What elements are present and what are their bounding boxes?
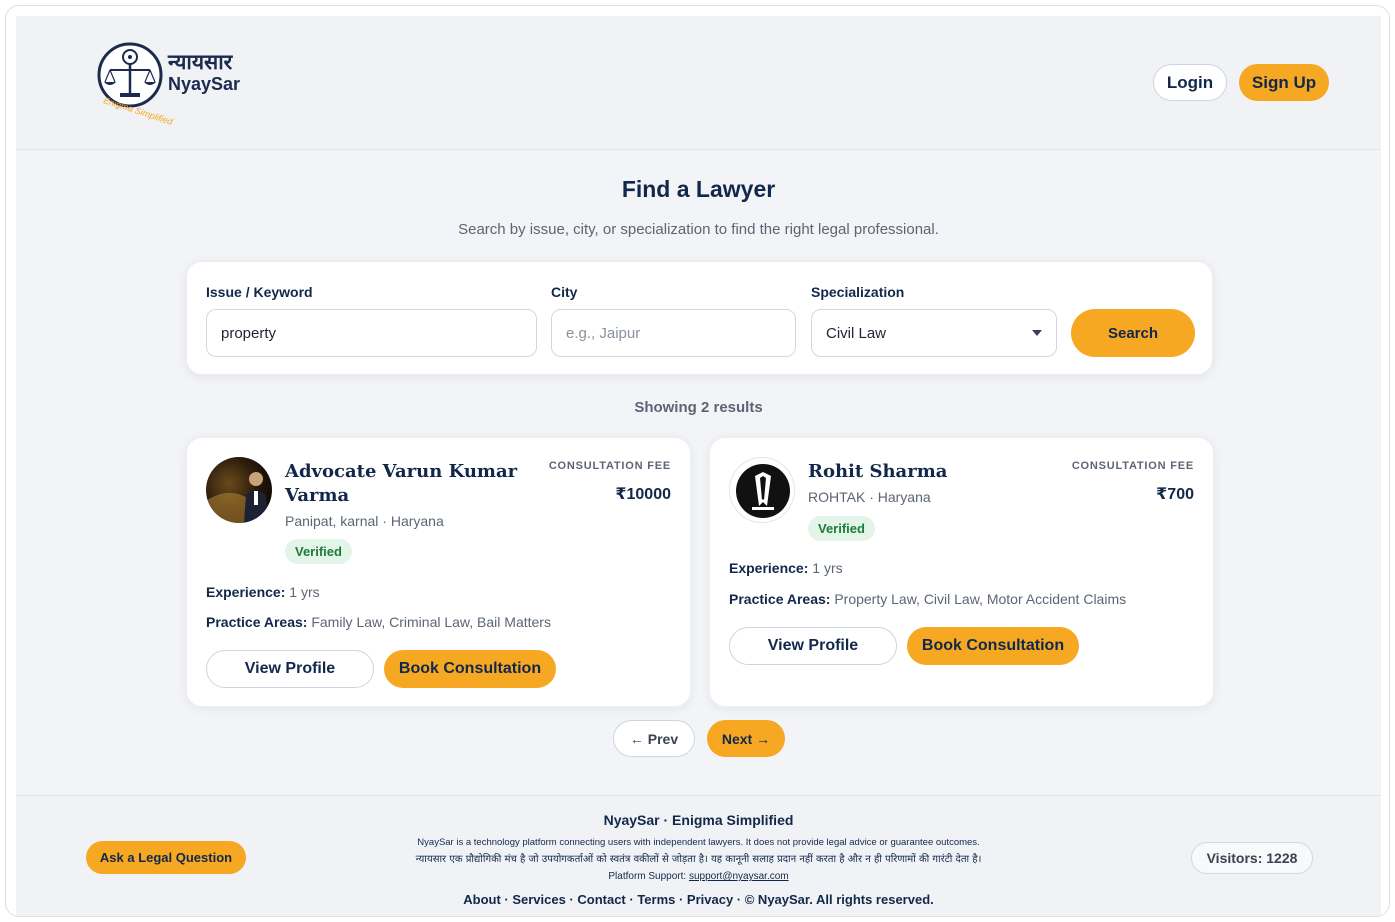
ask-legal-question-button[interactable]: Ask a Legal Question [86,841,246,874]
city-input[interactable] [566,324,795,342]
issue-label: Issue / Keyword [206,284,313,300]
page: न्यायसार NyaySar Enigma Simplified Login… [16,16,1381,916]
advocate-logo [736,464,790,518]
fee-value: ₹10000 [615,486,671,503]
specialization-select[interactable]: Civil Law [811,309,1057,357]
support-email-link[interactable]: support@nyaysar.com [689,871,789,882]
lawyer-card: Advocate Varun Kumar Varma Panipat, karn… [186,437,691,707]
lawyer-name[interactable]: Rohit Sharma [808,460,1058,484]
lawyer-card: Rohit Sharma ROHTAK · Haryana Verified C… [709,437,1214,707]
practice-areas-label: Practice Areas: [729,591,831,607]
fee-label: CONSULTATION FEE [548,460,671,472]
experience-line: Experience: 1 yrs [729,560,843,576]
practice-areas-line: Practice Areas: Property Law, Civil Law,… [729,591,1126,607]
issue-field[interactable] [206,309,537,357]
specialization-label: Specialization [811,284,905,300]
experience-value: 1 yrs [812,560,843,576]
search-button[interactable]: Search [1071,309,1195,357]
page-title: Find a Lawyer [621,176,776,202]
issue-input[interactable] [221,324,536,342]
book-consultation-button[interactable]: Book Consultation [907,627,1079,665]
practice-areas-value: Family Law, Criminal Law, Bail Matters [311,614,551,630]
fee-label: CONSULTATION FEE [1071,460,1194,472]
experience-value: 1 yrs [289,584,320,600]
view-profile-button[interactable]: View Profile [206,650,374,688]
signup-button[interactable]: Sign Up [1239,64,1329,101]
prev-page-button[interactable]: ← Prev [613,720,695,757]
avatar[interactable] [729,457,795,523]
lawyer-photo [206,457,272,523]
specialization-value: Civil Law [826,324,887,342]
verified-badge: Verified [285,539,352,564]
view-profile-button[interactable]: View Profile [729,627,897,665]
experience-line: Experience: 1 yrs [206,584,320,600]
lawyer-name[interactable]: Advocate Varun Kumar Varma [285,460,535,508]
site-header: न्यायसार NyaySar Enigma Simplified Login… [16,16,1381,150]
lawyer-location: ROHTAK · Haryana [808,489,931,505]
city-label: City [551,284,578,300]
chevron-down-icon [1032,330,1042,336]
practice-areas-value: Property Law, Civil Law, Motor Accident … [834,591,1127,607]
city-field[interactable] [551,309,796,357]
book-consultation-button[interactable]: Book Consultation [384,650,556,688]
experience-label: Experience: [729,560,809,576]
login-button[interactable]: Login [1153,64,1227,101]
verified-badge: Verified [808,516,875,541]
logo-hindi-text: न्यायसार [168,50,233,74]
browser-frame: न्यायसार NyaySar Enigma Simplified Login… [5,5,1390,917]
experience-label: Experience: [206,584,286,600]
fee-value: ₹700 [1156,486,1194,503]
footer-brand: NyaySar · Enigma Simplified [603,812,794,828]
site-footer: NyaySar · Enigma Simplified NyaySar is a… [16,795,1381,916]
support-label: Platform Support: [608,871,687,882]
avatar[interactable] [206,457,272,523]
results-count: Showing 2 results [634,399,763,416]
footer-links[interactable]: About · Services · Contact · Terms · Pri… [16,892,1381,907]
search-form: Issue / Keyword City Specialization Civi… [186,261,1213,375]
next-page-button[interactable]: Next → [707,720,785,757]
practice-areas-label: Practice Areas: [206,614,308,630]
practice-areas-line: Practice Areas: Family Law, Criminal Law… [206,614,551,630]
visitor-counter: Visitors: 1228 [1191,842,1313,874]
page-subtitle: Search by issue, city, or specialization… [458,221,939,238]
logo-english-text: NyaySar [168,74,241,94]
lawyer-location: Panipat, karnal · Haryana [285,513,444,529]
logo[interactable]: न्यायसार NyaySar Enigma Simplified [96,42,256,127]
